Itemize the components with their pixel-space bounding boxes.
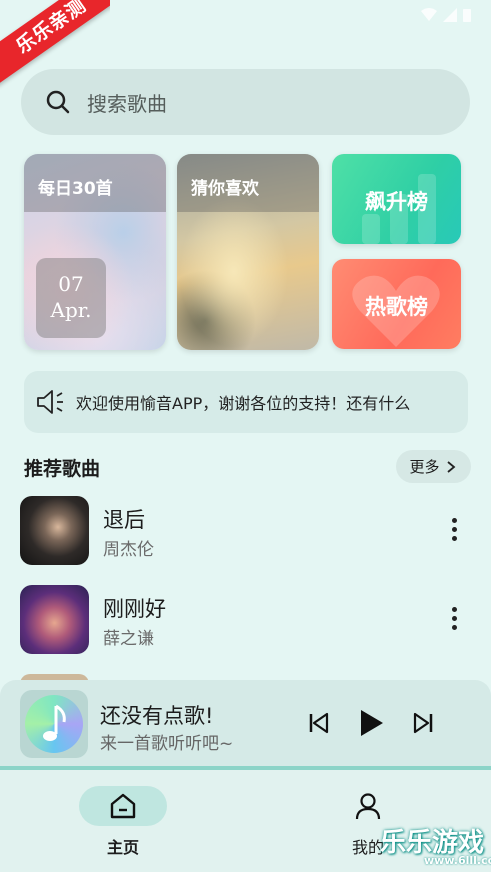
speaker-icon — [37, 390, 63, 414]
hot-songs-chart-card[interactable]: 热歌榜 — [332, 259, 461, 349]
date-month: Apr. — [50, 298, 92, 322]
song-row[interactable]: 退后 周杰伦 — [20, 496, 470, 566]
next-track-icon[interactable] — [410, 708, 436, 738]
more-options-icon[interactable] — [452, 607, 458, 634]
mini-player[interactable]: 还没有点歌! 来一首歌听听吧~ — [0, 680, 491, 768]
song-title: 退后 — [103, 508, 145, 532]
more-options-icon[interactable] — [452, 518, 458, 545]
search-icon — [46, 90, 70, 114]
nav-home-indicator — [79, 786, 167, 826]
more-button[interactable]: 更多 — [396, 450, 471, 483]
announcement-bar[interactable]: 欢迎使用愉音APP，谢谢各位的支持！还有什么 — [24, 371, 468, 433]
more-label: 更多 — [409, 458, 440, 476]
nav-profile-indicator — [324, 786, 412, 826]
play-icon[interactable] — [355, 706, 387, 740]
soaring-chart-card[interactable]: 飙升榜 — [332, 154, 461, 244]
guess-card-title: 猜你喜欢 — [191, 179, 259, 199]
watermark-url: www.6lll.com — [424, 854, 491, 867]
soaring-chart-label: 飙升榜 — [365, 190, 428, 214]
player-subtitle: 来一首歌听听吧~ — [100, 734, 234, 754]
home-icon — [110, 793, 136, 819]
chevron-right-icon — [446, 460, 455, 473]
song-title: 刚刚好 — [103, 597, 166, 621]
music-note-icon — [43, 704, 66, 741]
player-title: 还没有点歌! — [100, 704, 214, 728]
wifi-icon — [421, 8, 437, 21]
album-cover — [20, 585, 89, 654]
song-artist: 周杰伦 — [103, 540, 154, 560]
nav-home[interactable]: 主页 — [78, 786, 168, 857]
date-badge: 07 Apr. — [36, 258, 106, 338]
daily-30-card[interactable]: 每日30首 07 Apr. — [24, 154, 166, 350]
nav-home-label: 主页 — [106, 838, 139, 857]
signal-icon — [443, 8, 457, 22]
announcement-text: 欢迎使用愉音APP，谢谢各位的支持！还有什么 — [76, 394, 411, 413]
battery-icon — [463, 9, 471, 22]
album-cover — [20, 496, 89, 565]
hot-chart-label: 热歌榜 — [365, 295, 428, 319]
status-icons — [421, 8, 471, 22]
user-icon — [355, 793, 381, 820]
song-row[interactable]: 刚刚好 薛之谦 — [20, 585, 470, 655]
daily-card-title: 每日30首 — [38, 179, 113, 199]
player-cover — [20, 690, 88, 758]
watermark-logo: 乐乐游戏 www.6lll.com — [380, 822, 491, 872]
search-bar[interactable]: 搜索歌曲 — [21, 69, 470, 135]
guess-you-like-card[interactable]: 猜你喜欢 — [177, 154, 319, 350]
song-artist: 薛之谦 — [103, 629, 154, 649]
search-placeholder: 搜索歌曲 — [87, 91, 167, 116]
recommended-songs-title: 推荐歌曲 — [24, 458, 101, 480]
previous-track-icon[interactable] — [306, 708, 332, 738]
date-day: 07 — [58, 272, 84, 296]
